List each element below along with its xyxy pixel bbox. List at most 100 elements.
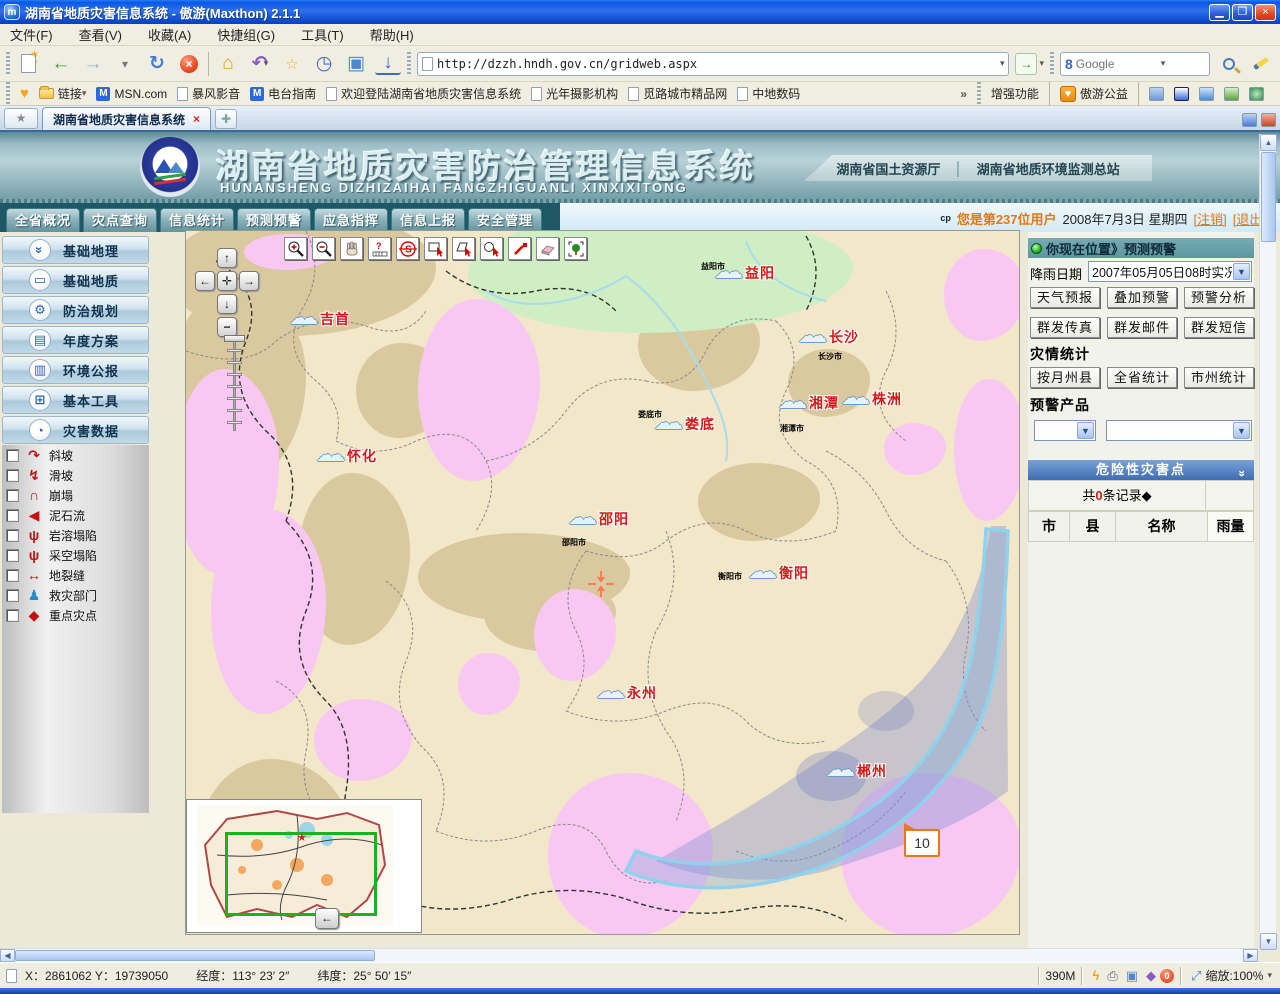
layer-collapse-checkbox[interactable]: [6, 489, 19, 502]
highlight-button[interactable]: [1248, 51, 1274, 77]
eraser-tool[interactable]: [536, 237, 559, 260]
layer-debris-flow-checkbox[interactable]: [6, 509, 19, 522]
undo-button[interactable]: ↶▾: [247, 51, 273, 77]
measure-tool[interactable]: ?: [368, 237, 391, 260]
menu-groups[interactable]: 快捷组(G): [217, 25, 275, 44]
nav-statistics[interactable]: 信息统计: [160, 208, 234, 232]
new-page-button[interactable]: ▾: [16, 51, 42, 77]
circle-select-tool[interactable]: [480, 237, 503, 260]
history-dropdown-icon[interactable]: ▾: [112, 51, 138, 77]
scroll-up-arrow[interactable]: ▲: [1260, 134, 1277, 151]
printer-icon[interactable]: ⎙: [1107, 968, 1117, 984]
polygon-select-tool[interactable]: [452, 237, 475, 260]
window-tool-icon[interactable]: ▣: [343, 51, 369, 77]
city-stats-button[interactable]: 市州统计: [1184, 367, 1254, 388]
plugin-phone-icon[interactable]: [1149, 87, 1164, 101]
layer-slope-checkbox[interactable]: [6, 449, 19, 462]
layer-karst-checkbox[interactable]: [6, 529, 19, 542]
product-select-2[interactable]: ▼: [1106, 420, 1252, 441]
magic-wand-icon[interactable]: ☆: [279, 51, 305, 77]
bookmark-baofeng[interactable]: 暴风影音: [177, 85, 240, 102]
url-input[interactable]: [437, 57, 1000, 71]
favorites-icon[interactable]: ♥: [20, 85, 29, 102]
nav-overview[interactable]: 全省概况: [6, 208, 80, 232]
new-tab-button[interactable]: ✚: [215, 109, 237, 129]
scroll-down-arrow[interactable]: ▼: [1260, 933, 1277, 950]
refresh-button[interactable]: ↻: [144, 51, 170, 77]
nav-report[interactable]: 信息上报: [391, 208, 465, 232]
mass-email-button[interactable]: 群发邮件: [1107, 317, 1177, 338]
tab-active[interactable]: 湖南省地质灾害信息系统 ×: [42, 107, 211, 130]
home-button[interactable]: ⌂: [215, 51, 241, 77]
nav-point-query[interactable]: 灾点查询: [83, 208, 157, 232]
nav-emergency[interactable]: 应急指挥: [314, 208, 388, 232]
sidebar-basic-geography[interactable]: »基础地理: [2, 236, 149, 264]
plugin-wand-icon[interactable]: [1224, 87, 1239, 101]
bookmark-radio[interactable]: M电台指南: [250, 85, 316, 102]
notes-icon[interactable]: ◆: [1146, 968, 1156, 984]
menu-view[interactable]: 查看(V): [79, 25, 122, 44]
zoom-slider-handle[interactable]: [224, 335, 245, 342]
address-bar[interactable]: ▾: [417, 52, 1009, 76]
sidebar-basic-geology[interactable]: ▭基础地质: [2, 266, 149, 294]
bookmark-zhongdi[interactable]: 中地数码: [737, 85, 800, 102]
minimize-button[interactable]: ▁: [1209, 4, 1230, 21]
back-button[interactable]: ←: [48, 51, 74, 77]
scroll-left-arrow[interactable]: ◀: [0, 949, 15, 962]
bookmark-hunan-geo[interactable]: 欢迎登陆湖南省地质灾害信息系统: [326, 85, 521, 102]
bookmarks-overflow-chevron[interactable]: »: [960, 87, 967, 101]
zoom-out-tool[interactable]: [312, 237, 335, 260]
pan-tool[interactable]: [340, 237, 363, 260]
bookmark-msn[interactable]: MMSN.com: [96, 87, 167, 101]
pan-right-button[interactable]: →: [239, 271, 259, 291]
maximize-button[interactable]: ❐: [1232, 4, 1253, 21]
rect-select-tool[interactable]: [424, 237, 447, 260]
zoom-minus-button[interactable]: −: [217, 317, 237, 337]
blocked-count-icon[interactable]: 0: [1160, 969, 1174, 983]
boost-lightning-icon[interactable]: ϟ: [1092, 968, 1099, 983]
nav-security[interactable]: 安全管理: [468, 208, 542, 232]
plugin-doc-icon[interactable]: [1199, 87, 1214, 101]
pan-left-button[interactable]: ←: [195, 271, 215, 291]
zoom-level[interactable]: 缩放:100%: [1205, 967, 1263, 984]
point-marker-tool[interactable]: [508, 237, 531, 260]
overview-viewport-rect[interactable]: [225, 832, 377, 916]
sidebar-basic-tools[interactable]: ⊞基本工具: [2, 386, 149, 414]
bookmark-milu[interactable]: 觅路城市精品网: [628, 85, 727, 102]
map-canvas[interactable]: ☁☁吉首 ☁☁益阳 ☁☁长沙 ☁☁怀化 ☁☁娄底 ☁☁湘潭 ☁☁株洲 ☁☁邵阳 …: [185, 230, 1020, 935]
vertical-scroll-thumb[interactable]: [1261, 152, 1276, 242]
province-stats-button[interactable]: 全省统计: [1107, 367, 1177, 388]
warning-analysis-button[interactable]: 预警分析: [1184, 287, 1254, 308]
overlay-warning-button[interactable]: 叠加预警: [1107, 287, 1177, 308]
resize-icon[interactable]: ⤢: [1191, 968, 1201, 984]
sidebar-disaster-data[interactable]: ◔灾害数据: [2, 416, 149, 444]
vertical-scrollbar[interactable]: ▲ ▼: [1259, 134, 1276, 950]
plugin-window-icon[interactable]: [1174, 87, 1189, 101]
menu-tools[interactable]: 工具(T): [301, 25, 344, 44]
pan-up-button[interactable]: ↑: [217, 248, 237, 268]
layer-rescue-checkbox[interactable]: [6, 589, 19, 602]
link-geo-monitor[interactable]: 湖南省地质环境监测总站: [977, 159, 1120, 178]
bookmark-links-folder[interactable]: 链接▾: [39, 85, 87, 102]
zoom-dropdown-icon[interactable]: ▾: [1267, 970, 1272, 981]
horizontal-scrollbar[interactable]: ◀ ▶: [0, 948, 1258, 962]
search-engine-dropdown-icon[interactable]: ▾: [1161, 58, 1166, 69]
menu-file[interactable]: 文件(F): [10, 25, 53, 44]
weather-forecast-button[interactable]: 天气预报: [1030, 287, 1100, 308]
stop-button[interactable]: ×: [176, 51, 202, 77]
monthly-stats-button[interactable]: 按月州县: [1030, 367, 1100, 388]
clock-icon[interactable]: ◷: [311, 51, 337, 77]
full-extent-tool[interactable]: [564, 237, 587, 260]
download-button[interactable]: ↓: [375, 53, 401, 75]
danger-points-header[interactable]: 危险性灾害点«: [1028, 460, 1254, 480]
logout-link[interactable]: [注销]: [1194, 209, 1227, 228]
tab-close-icon[interactable]: ×: [193, 112, 200, 126]
menu-help[interactable]: 帮助(H): [370, 25, 414, 44]
sidebar-prevention-plan[interactable]: ⚙防治规划: [2, 296, 149, 324]
sidebar-env-bulletin[interactable]: ▥环境公报: [2, 356, 149, 384]
search-input[interactable]: [1076, 57, 1162, 71]
tab-list-icon[interactable]: [1242, 113, 1257, 127]
sidebar-annual-plan[interactable]: ▤年度方案: [2, 326, 149, 354]
layer-fissure-checkbox[interactable]: [6, 569, 19, 582]
tab-star-button[interactable]: ★: [4, 108, 38, 129]
